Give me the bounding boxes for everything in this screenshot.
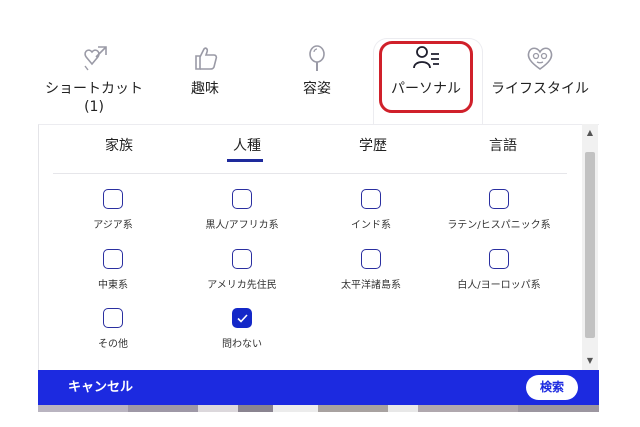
tab-shortcut[interactable]: ショートカット (1) [44, 44, 144, 116]
checkbox-other[interactable] [103, 308, 123, 328]
option-label: その他 [98, 339, 128, 350]
search-button[interactable]: 検索 [526, 375, 578, 400]
heart-face-icon [490, 44, 590, 72]
scrollbar[interactable]: ▲ ▼ [582, 124, 598, 370]
checkbox-white-european[interactable] [489, 249, 509, 269]
option-label: 中東系 [98, 280, 128, 291]
checkbox-latin-hispanic[interactable] [489, 189, 509, 209]
subtab-education[interactable]: 学歴 [355, 137, 391, 155]
option-label: 問わない [222, 339, 262, 350]
tab-appearance-label: 容姿 [303, 81, 331, 97]
option-label: 白人/ヨーロッパ系 [457, 280, 541, 291]
tab-shortcut-count: (1) [84, 99, 104, 115]
hand-mirror-icon [292, 44, 342, 72]
tab-hobbies-label: 趣味 [191, 81, 219, 97]
background-photos [38, 405, 599, 412]
option-label: アジア系 [93, 220, 133, 231]
cancel-button[interactable]: キャンセル [68, 379, 133, 396]
subtab-active-underline [227, 159, 263, 162]
thumbs-up-icon [180, 44, 230, 72]
option-label: インド系 [351, 220, 391, 231]
subtab-ethnicity[interactable]: 人種 [229, 137, 265, 155]
option-label: 黒人/アフリカ系 [205, 220, 279, 231]
option-label: 太平洋諸島系 [341, 280, 401, 291]
filter-panel: 家族 人種 学歴 言語 アジア系 黒人/アフリカ系 インド系 ラテン/ヒスパニッ… [38, 124, 599, 370]
checkbox-indian[interactable] [361, 189, 381, 209]
tab-appearance[interactable]: 容姿 [292, 44, 342, 98]
tab-shortcut-label: ショートカット [45, 81, 143, 97]
tab-lifestyle[interactable]: ライフスタイル [490, 44, 590, 98]
scroll-down-arrow-icon[interactable]: ▼ [582, 356, 598, 366]
option-label: アメリカ先住民 [207, 280, 277, 291]
sparkle-heart-icon [44, 44, 144, 72]
checkbox-pacific-islander[interactable] [361, 249, 381, 269]
footer-bar: キャンセル 検索 [38, 370, 599, 405]
scroll-up-arrow-icon[interactable]: ▲ [582, 128, 598, 138]
scroll-thumb[interactable] [585, 152, 595, 338]
checkbox-middle-eastern[interactable] [103, 249, 123, 269]
subtab-family[interactable]: 家族 [101, 137, 137, 155]
checkmark-icon [237, 314, 248, 323]
divider [53, 173, 567, 174]
tab-lifestyle-label: ライフスタイル [491, 81, 589, 97]
checkbox-asian[interactable] [103, 189, 123, 209]
tab-personal-highlight [379, 41, 473, 113]
option-label: ラテン/ヒスパニック系 [447, 220, 551, 231]
checkbox-native-american[interactable] [232, 249, 252, 269]
checkbox-black-african[interactable] [232, 189, 252, 209]
checkbox-no-preference[interactable] [232, 308, 252, 328]
subtab-language[interactable]: 言語 [485, 137, 521, 155]
tab-hobbies[interactable]: 趣味 [180, 44, 230, 98]
